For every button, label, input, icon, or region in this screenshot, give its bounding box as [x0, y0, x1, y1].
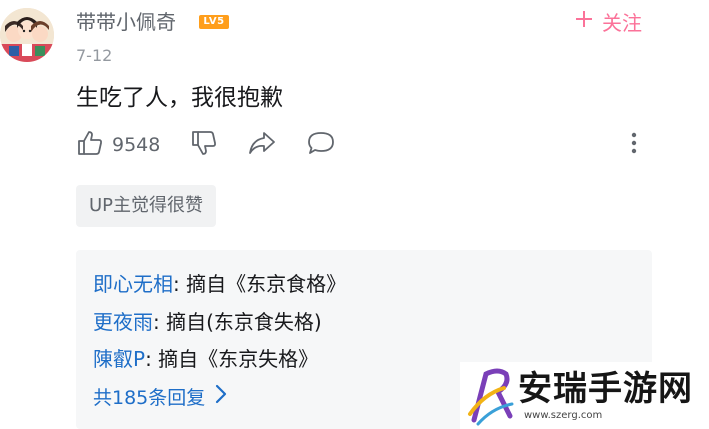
reply-text: : 摘自《东京失格》 [145, 347, 319, 371]
comment-actions: 9548 [76, 130, 656, 160]
watermark-logo-icon [468, 368, 514, 426]
dislike-button[interactable] [190, 130, 218, 160]
watermark: 安瑞手游网 www.szerg.com [460, 362, 709, 429]
reply-item[interactable]: 即心无相: 摘自《东京食格》 [93, 270, 346, 298]
like-count: 9548 [112, 134, 161, 156]
like-button[interactable]: 9548 [76, 130, 160, 160]
up-liked-tag: UP主觉得很赞 [76, 185, 217, 227]
watermark-text: 安瑞手游网 [518, 369, 693, 409]
reply-total-label: 共185条回复 [93, 387, 206, 409]
follow-label: 关注 [602, 10, 642, 35]
view-all-replies-link[interactable]: 共185条回复 [93, 384, 227, 412]
reply-item[interactable]: 更夜雨: 摘自(东京食失格) [93, 308, 322, 336]
thumbs-up-icon [76, 129, 104, 161]
reply-user[interactable]: 更夜雨 [93, 310, 153, 334]
reply-user[interactable]: 陳叡P [93, 347, 145, 371]
username[interactable]: 带带小佩奇 [76, 9, 176, 35]
comment-date: 7-12 [76, 46, 113, 65]
thumbs-down-icon [190, 129, 218, 161]
share-button[interactable] [247, 130, 277, 160]
share-icon [247, 129, 277, 161]
more-vertical-icon [626, 129, 642, 161]
more-options-button[interactable] [626, 130, 642, 160]
avatar-image [0, 8, 54, 62]
follow-button[interactable]: 关注 [574, 8, 642, 35]
level-badge: LV5 [199, 15, 229, 29]
chevron-right-icon [215, 384, 227, 412]
reply-button[interactable] [306, 130, 336, 160]
reply-text: : 摘自《东京食格》 [173, 272, 347, 296]
reply-text: : 摘自(东京食失格) [153, 310, 322, 334]
watermark-url: www.szerg.com [524, 410, 603, 421]
reply-item[interactable]: 陳叡P: 摘自《东京失格》 [93, 345, 318, 373]
reply-user[interactable]: 即心无相 [93, 272, 173, 296]
comment-bubble-icon [306, 129, 336, 161]
comment-content: 生吃了人，我很抱歉 [76, 85, 283, 111]
plus-icon [574, 9, 594, 33]
avatar[interactable] [0, 8, 54, 62]
